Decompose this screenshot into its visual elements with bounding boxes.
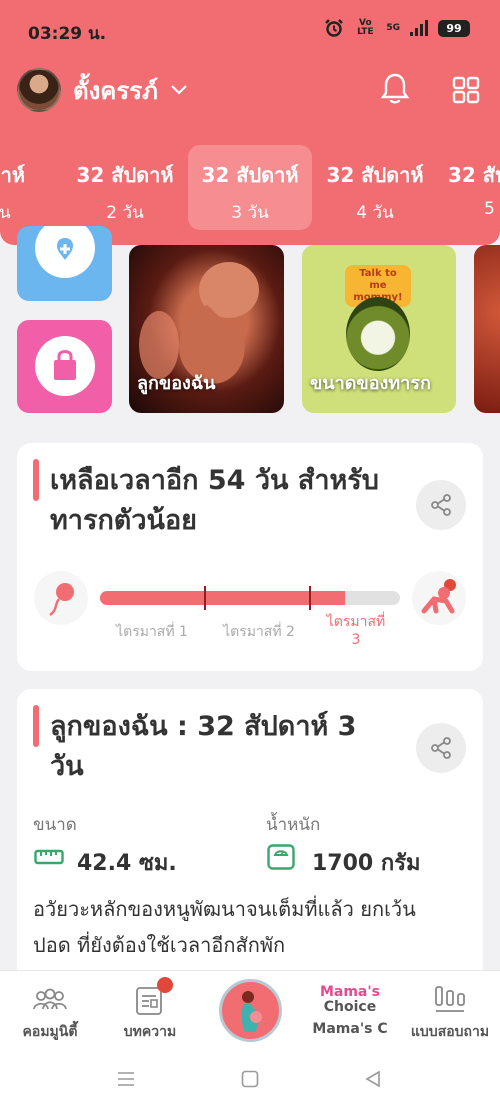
baby-info-card: ลูกของฉัน : 32 สัปดาห์ 3 วัน ขนาด 42.4 ซ…: [17, 689, 483, 989]
network-label: 5G: [386, 23, 400, 33]
bell-icon[interactable]: [380, 72, 410, 110]
notification-badge: [157, 977, 173, 993]
ruler-icon: [34, 849, 64, 865]
pregnancy-home-button[interactable]: [219, 979, 282, 1042]
status-icons: Vo LTE 5G 99: [324, 18, 470, 38]
nav-community-label: คอมมูนิตี้: [22, 1024, 78, 1040]
recent-apps-icon[interactable]: [116, 1070, 136, 1088]
trimester-2-label: ไตรมาสที่ 2: [223, 624, 295, 640]
share-icon: [431, 494, 451, 516]
week-tab[interactable]: 32 สัปดาห์ 2 วัน: [63, 145, 187, 230]
progress-fill: [100, 591, 345, 605]
grid-menu-icon[interactable]: [452, 76, 480, 108]
scale-icon: [267, 844, 295, 870]
week-tab[interactable]: ปดาห์วัน: [0, 145, 62, 230]
baby-info-title: ลูกของฉัน : 32 สัปดาห์ 3 วัน: [50, 711, 357, 782]
baby-size-label: ขนาดของทารก: [310, 373, 431, 394]
trimester-divider: [309, 586, 311, 610]
title-accent: [33, 459, 39, 501]
trimester-1-label: ไตรมาสที่ 1: [116, 624, 188, 640]
baby-description: อวัยวะหลักของหนูพัฒนาจนเต็มที่แล้ว ยกเว้…: [33, 897, 416, 957]
week-selector: ปดาห์วัน 32 สัปดาห์2 วัน 32 สัปดาห์3 วัน…: [0, 145, 500, 230]
baby-size-card[interactable]: Talk to me mommy! ขนาดของทารก: [302, 245, 456, 413]
avatar: [17, 68, 61, 112]
nav-community[interactable]: คอมมูนิตี้: [0, 983, 100, 1043]
community-icon: [0, 983, 100, 1017]
trimester-divider: [204, 586, 206, 610]
volte-label: Vo LTE: [357, 18, 374, 37]
alarm-icon: [325, 19, 344, 37]
signal-icon: [410, 20, 428, 36]
status-bar: 03:29 น. Vo LTE 5G 99: [0, 0, 500, 60]
share-button[interactable]: [416, 723, 466, 773]
avocado-image: [346, 297, 410, 371]
add-tool-tile[interactable]: [17, 226, 112, 301]
system-nav-bar: [0, 1048, 500, 1111]
quiz-icon: [400, 983, 500, 1017]
size-value: 42.4 ซม.: [77, 851, 177, 876]
pregnant-mother-icon: [241, 991, 262, 1032]
status-time: 03:29 น.: [28, 24, 107, 44]
shopping-tile[interactable]: [17, 320, 112, 413]
week-tab[interactable]: 32 สัป5: [438, 145, 500, 230]
medical-plus-icon: [34, 226, 95, 278]
week-tab-selected[interactable]: 32 สัปดาห์ 3 วัน: [188, 145, 312, 230]
back-icon[interactable]: [364, 1070, 382, 1088]
article-icon: [100, 977, 200, 1017]
nav-mamas-choice[interactable]: Mama's Choice Mama's C: [300, 983, 400, 1038]
countdown-card: เหลือเวลาอีก 54 วัน สำหรับ ทารกตัวน้อย ไ…: [17, 443, 483, 671]
trimester-3-label: ไตรมาสที่ 3: [326, 614, 386, 648]
share-button[interactable]: [416, 480, 466, 530]
home-icon[interactable]: [241, 1070, 259, 1088]
profile-switcher[interactable]: ตั้งครรภ์: [17, 68, 188, 112]
battery-icon: 99: [438, 19, 470, 37]
mamas-choice-logo: Mama's Choice: [319, 984, 381, 1015]
nav-mamas-label: Mama's C: [312, 1021, 388, 1037]
shopping-bag-icon: [34, 336, 95, 396]
countdown-title: เหลือเวลาอีก 54 วัน สำหรับ ทารกตัวน้อย: [50, 465, 379, 536]
size-label: ขนาด: [33, 815, 77, 835]
weight-label: น้ำหนัก: [266, 815, 321, 835]
my-baby-label: ลูกของฉัน: [137, 373, 216, 394]
share-icon: [431, 737, 451, 759]
my-baby-card[interactable]: ลูกของฉัน: [129, 245, 284, 413]
sperm-icon: [34, 571, 88, 625]
week-tab[interactable]: 32 สัปดาห์ 4 วัน: [313, 145, 437, 230]
chevron-down-icon: [171, 85, 187, 95]
title-accent: [33, 705, 39, 747]
crawling-baby-icon: [412, 571, 466, 625]
weight-value: 1700 กรัม: [312, 851, 421, 876]
pregnancy-progress-bar: [100, 591, 400, 605]
profile-name: ตั้งครรภ์: [73, 76, 158, 105]
nav-quiz-label: แบบสอบถาม: [410, 1024, 490, 1040]
nav-articles[interactable]: บทความ: [100, 977, 200, 1043]
next-card[interactable]: [474, 245, 500, 413]
nav-articles-label: บทความ: [123, 1024, 177, 1040]
nav-quiz[interactable]: แบบสอบถาม: [400, 983, 500, 1043]
